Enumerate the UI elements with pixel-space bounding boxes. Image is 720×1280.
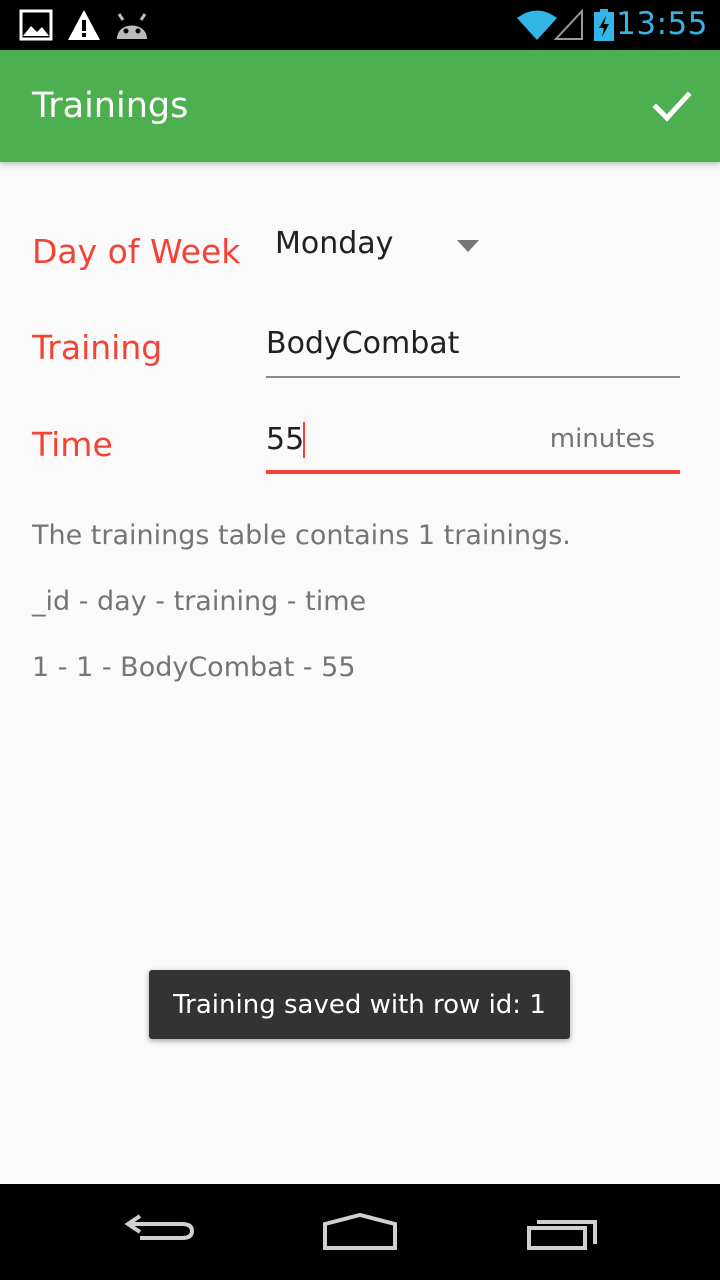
toast: Training saved with row id: 1 — [149, 970, 570, 1039]
home-button[interactable] — [300, 1202, 420, 1262]
nav-bar — [0, 1184, 720, 1280]
android-debug-icon — [117, 13, 147, 39]
clock: 13:55 — [616, 6, 708, 42]
status-bar: 13:55 — [0, 0, 720, 50]
text-cursor — [303, 422, 305, 458]
toast-message: Training saved with row id: 1 — [173, 989, 546, 1020]
table-row: 1 - 1 - BodyCombat - 55 — [32, 652, 356, 683]
table-header: _id - day - training - time — [32, 586, 367, 617]
signal-icon — [554, 9, 583, 40]
image-icon — [19, 9, 53, 41]
checkmark-icon — [652, 91, 692, 122]
recents-button[interactable] — [503, 1202, 623, 1262]
time-unit: minutes — [549, 424, 655, 454]
trainings-summary: The trainings table contains 1 trainings… — [32, 520, 571, 551]
day-of-week-spinner[interactable]: Monday — [266, 210, 490, 278]
training-value: BodyCombat — [266, 326, 460, 361]
recents-icon — [527, 1220, 597, 1250]
back-button[interactable] — [100, 1202, 220, 1262]
app-title: Trainings — [32, 86, 189, 126]
battery-charging-icon — [594, 9, 614, 41]
training-label: Training — [32, 328, 163, 367]
training-field[interactable]: BodyCombat — [266, 316, 680, 378]
time-label: Time — [32, 425, 113, 464]
day-of-week-value: Monday — [275, 226, 394, 261]
home-icon — [323, 1212, 397, 1250]
time-value: 55 — [266, 422, 305, 457]
app-bar: Trainings — [0, 50, 720, 162]
day-of-week-label: Day of Week — [32, 232, 241, 271]
warning-icon — [68, 10, 100, 40]
wifi-icon — [517, 10, 557, 40]
save-button[interactable] — [640, 74, 704, 138]
time-field[interactable]: 55 minutes — [266, 412, 680, 474]
back-icon — [124, 1214, 195, 1240]
dropdown-arrow-icon — [457, 240, 479, 252]
